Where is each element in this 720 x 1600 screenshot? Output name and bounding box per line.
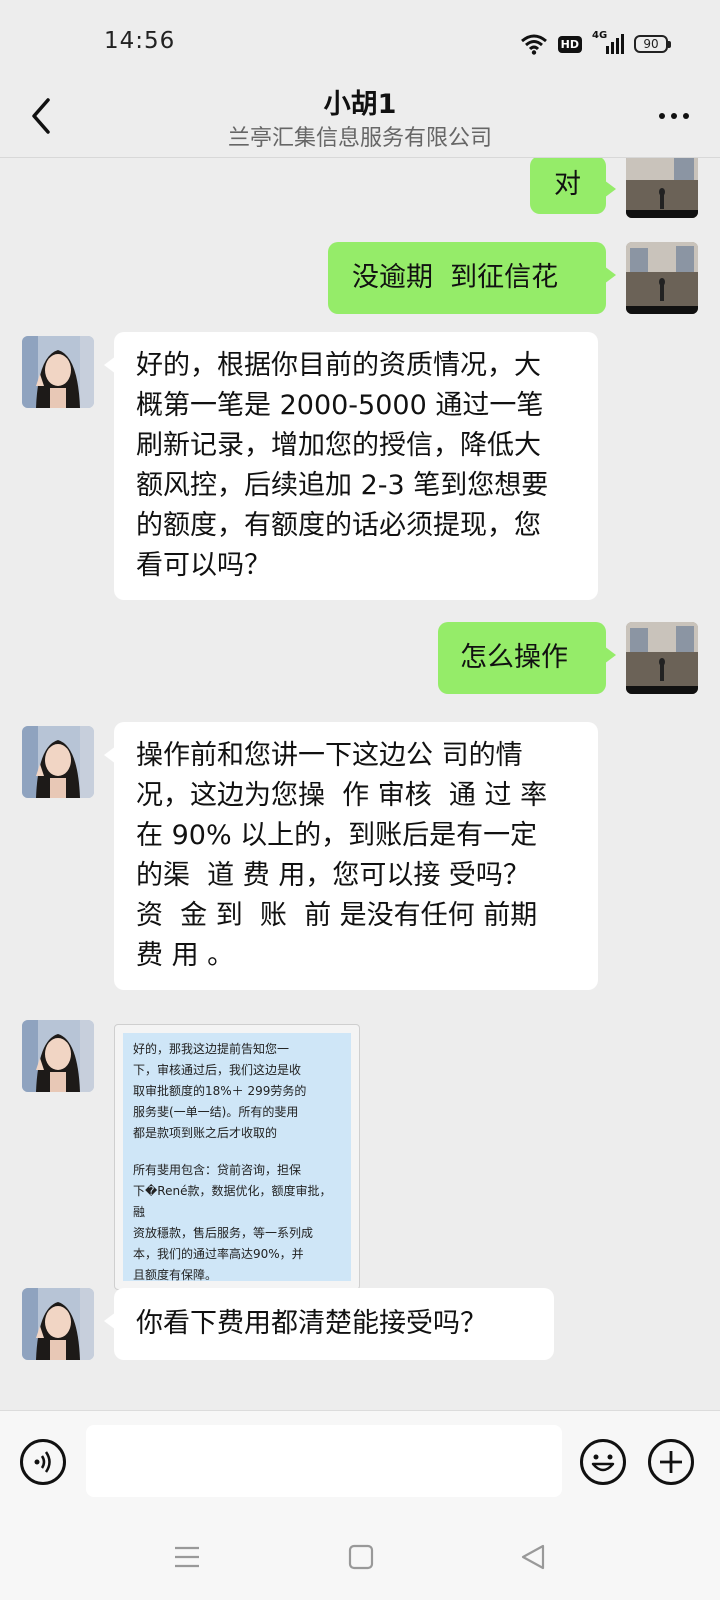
signal-icon: 4G	[592, 30, 624, 56]
input-bar	[0, 1410, 720, 1515]
message-bubble-incoming[interactable]: 你看下费用都清楚能接受吗？	[104, 1288, 554, 1360]
my-avatar[interactable]	[626, 242, 698, 314]
message-line: 概第一笔是 2000-5000 通过一笔	[136, 390, 544, 421]
add-icon[interactable]	[648, 1439, 694, 1485]
message-bubble-outgoing[interactable]: 对	[530, 158, 616, 214]
image-text-line: 且额度有保障。	[133, 1268, 218, 1282]
message-line: 好的，根据你目前的资质情况，大	[136, 350, 541, 381]
message-text: 怎么操作	[460, 642, 568, 673]
message-line: 的额度，有额度的话必须提现，您	[136, 510, 541, 541]
image-text-line: 都是款项到账之后才收取的	[133, 1126, 278, 1140]
image-text-line: 服务斐(一单一结)。所有的斐用	[133, 1105, 299, 1119]
message-text: 你看下费用都清楚能接受吗？	[136, 1308, 487, 1339]
message-line: 刷新记录，增加您的授信，降低大	[136, 430, 541, 461]
message-line: 的渠 道 费 用，您可以接 受吗？	[136, 860, 530, 891]
image-message-content: 好的，那我这边提前告知您一 下，审核通过后，我们这边是收 取审批额度的18%＋ …	[123, 1033, 351, 1282]
message-line: 资 金 到 账 前 是没有任何 前期	[136, 900, 538, 931]
message-bubble-outgoing[interactable]: 怎么操作	[438, 622, 616, 694]
image-text-line: 资放穩款，售后服务，等一系列成	[133, 1226, 314, 1240]
contact-avatar[interactable]	[22, 726, 94, 798]
message-bubble-incoming[interactable]: 操作前和您讲一下这边公 司的情 况，这边为您操 作 审核 通 过 率 在 90%…	[104, 722, 598, 990]
message-bubble-incoming[interactable]: 好的，根据你目前的资质情况，大 概第一笔是 2000-5000 通过一笔 刷新记…	[104, 332, 598, 600]
my-avatar[interactable]	[626, 158, 698, 218]
image-text-line: 下�René款，数据优化，额度审批，融	[133, 1184, 332, 1219]
wifi-icon	[520, 34, 547, 55]
chat-subtitle: 兰亭汇集信息服务有限公司	[227, 126, 492, 151]
system-nav-bar	[0, 1514, 720, 1600]
contact-avatar[interactable]	[22, 1288, 94, 1360]
message-line: 费 用 。	[136, 940, 235, 971]
voice-icon[interactable]	[20, 1439, 66, 1485]
more-dots-icon[interactable]	[654, 96, 694, 136]
status-bar: 14:56 HD 4G 90	[0, 0, 720, 86]
image-text-line: 下，审核通过后，我们这边是收	[133, 1063, 302, 1077]
message-input[interactable]	[86, 1425, 562, 1497]
status-time: 14:56	[104, 28, 176, 54]
contact-avatar[interactable]	[22, 1020, 94, 1092]
chat-area[interactable]: 对 没逾期 到征信花 好的，根据你目前的资质情况，大 概第一笔是 2000-50…	[0, 158, 720, 1410]
home-square-icon[interactable]	[346, 1542, 376, 1572]
message-line: 况，这边为您操 作 审核 通 过 率	[136, 780, 548, 811]
image-text-line: 所有斐用包含：贷前咨询，担保	[133, 1163, 302, 1177]
message-bubble-outgoing[interactable]: 没逾期 到征信花	[328, 242, 616, 314]
emoji-icon[interactable]	[580, 1439, 626, 1485]
image-text-line: 本，我们的通过率高达90%，并	[133, 1247, 304, 1261]
message-line: 额风控，后续追加 2-3 笔到您想要	[136, 470, 549, 501]
image-text-line: 取审批额度的18%＋ 299劳务的	[133, 1084, 307, 1098]
contact-avatar[interactable]	[22, 336, 94, 408]
message-text: 对	[554, 169, 581, 200]
back-triangle-icon[interactable]	[518, 1542, 548, 1572]
message-line: 看可以吗？	[136, 550, 271, 581]
message-text: 没逾期 到征信花	[352, 262, 559, 293]
image-message[interactable]: 好的，那我这边提前告知您一 下，审核通过后，我们这边是收 取审批额度的18%＋ …	[114, 1024, 360, 1290]
image-text-line: 好的，那我这边提前告知您一	[133, 1042, 290, 1056]
menu-icon[interactable]	[172, 1542, 202, 1572]
my-avatar[interactable]	[626, 622, 698, 694]
chat-header: 小胡1 兰亭汇集信息服务有限公司	[0, 86, 720, 158]
hd-badge: HD	[557, 35, 582, 53]
message-line: 操作前和您讲一下这边公 司的情	[136, 740, 523, 771]
status-icons: HD 4G 90	[520, 30, 671, 58]
message-line: 在 90% 以上的，到账后是有一定	[136, 820, 538, 851]
battery-icon: 90	[634, 35, 671, 53]
chat-title[interactable]: 小胡1	[0, 82, 720, 121]
